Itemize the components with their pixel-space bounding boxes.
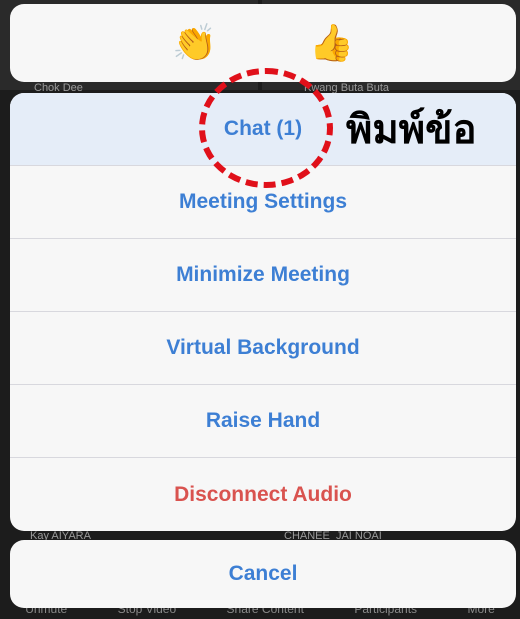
meeting-settings-button[interactable]: Meeting Settings: [10, 166, 516, 239]
cancel-label: Cancel: [228, 562, 298, 585]
minimize-meeting-button[interactable]: Minimize Meeting: [10, 239, 516, 312]
virtual-background-button[interactable]: Virtual Background: [10, 312, 516, 385]
annotation-caption: พิมพ์ข้อ: [346, 107, 477, 153]
raise-hand-button[interactable]: Raise Hand: [10, 385, 516, 458]
thumbs-up-icon[interactable]: 👍: [309, 25, 354, 61]
clapping-hands-icon[interactable]: 👏: [172, 25, 217, 61]
action-sheet-menu: Chat (1) Meeting Settings Minimize Meeti…: [10, 93, 516, 531]
disconnect-audio-button[interactable]: Disconnect Audio: [10, 458, 516, 531]
reactions-panel: 👏 👍: [10, 4, 516, 82]
cancel-button[interactable]: Cancel: [10, 540, 516, 608]
